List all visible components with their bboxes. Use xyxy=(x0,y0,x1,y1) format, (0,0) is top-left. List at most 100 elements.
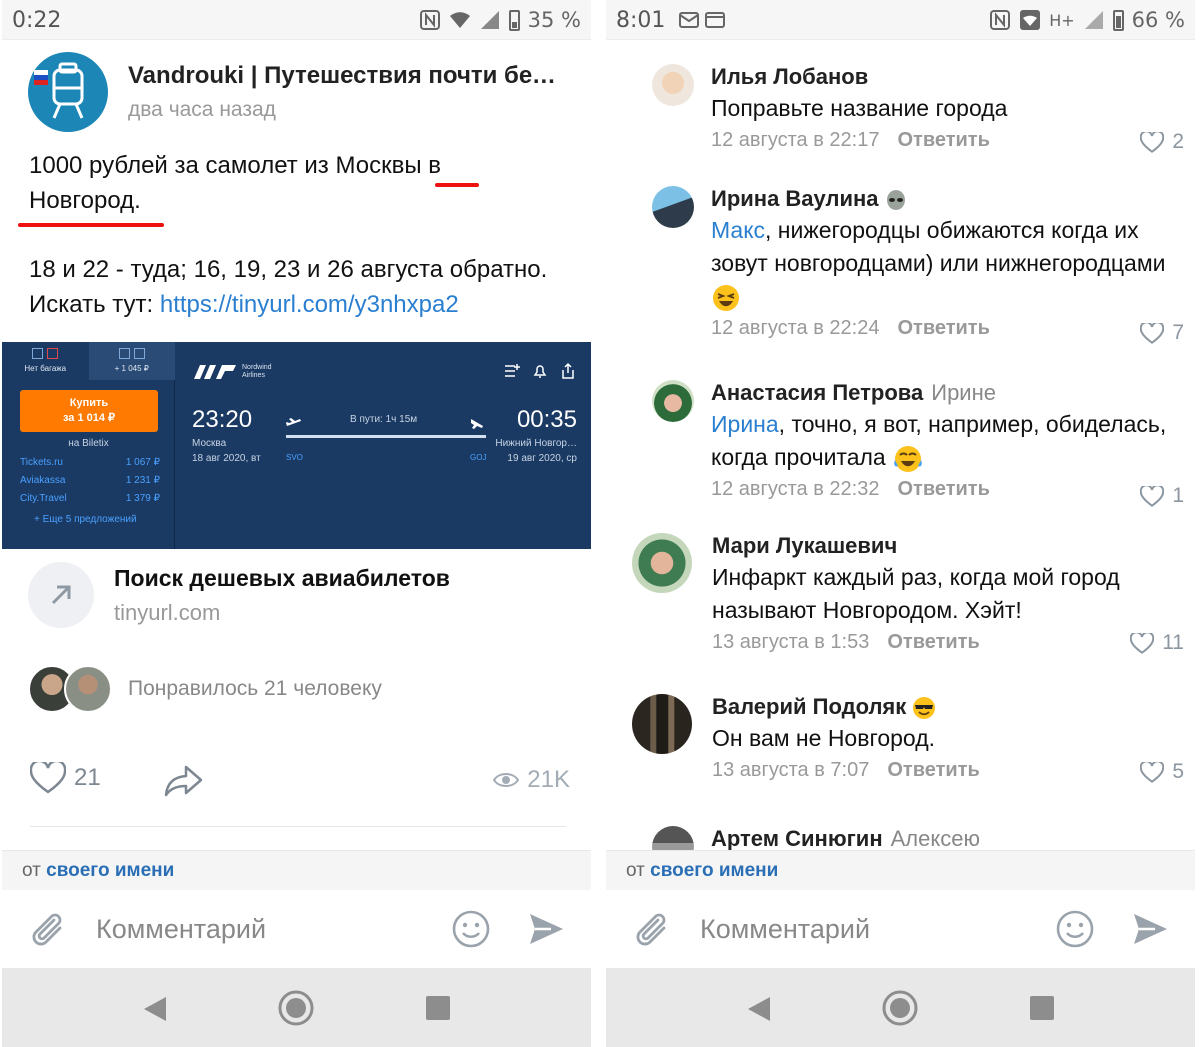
send-icon[interactable] xyxy=(527,910,565,948)
paperclip-icon[interactable] xyxy=(30,910,68,950)
heart-icon xyxy=(30,762,66,794)
post-header: Vandrouki | Путешествия почти бес… два ч… xyxy=(28,52,558,132)
takeoff-icon xyxy=(286,418,301,426)
network-type: H+ xyxy=(1049,10,1075,30)
status-bar: 0:22 35 % xyxy=(2,0,591,40)
avatar[interactable] xyxy=(632,694,692,754)
home-circle-icon[interactable] xyxy=(277,989,315,1027)
battery-icon xyxy=(1112,9,1124,31)
reply-button[interactable]: Ответить xyxy=(887,631,979,653)
wifi-icon xyxy=(1019,9,1041,31)
link-title: Поиск дешевых авиабилетов xyxy=(114,564,450,591)
mention-link[interactable]: Ирина xyxy=(711,411,779,437)
link-domain: tinyurl.com xyxy=(114,599,221,625)
battery-icon xyxy=(508,9,520,31)
comment-text: Поправьте название города xyxy=(711,95,1008,121)
notification-icon xyxy=(678,10,726,35)
departure-time: 23:20 xyxy=(192,406,253,433)
smile-icon[interactable] xyxy=(451,909,491,949)
red-underline xyxy=(18,223,164,227)
avatar[interactable] xyxy=(652,64,694,106)
post-link[interactable]: https://tinyurl.com/y3nhxpa2 xyxy=(160,291,459,318)
comment-author[interactable]: Илья Лобанов xyxy=(711,64,1181,90)
heart-icon xyxy=(1140,322,1165,344)
reply-button[interactable]: Ответить xyxy=(887,759,979,781)
avatar[interactable] xyxy=(652,380,694,422)
right-screen: 8:01 H+ 66 % Илья Лобанов Поправьте назв… xyxy=(606,0,1195,1047)
share-icon xyxy=(562,362,574,379)
comment-like-button[interactable]: 2 xyxy=(1140,130,1184,154)
avatar[interactable] xyxy=(652,186,694,228)
sunglasses-emoji-icon xyxy=(913,697,936,720)
likes-summary[interactable]: Понравилось 21 человеку xyxy=(28,665,382,713)
comment-like-button[interactable]: 5 xyxy=(1140,760,1184,784)
comment-text: , точно, я вот, например, обиделась, ког… xyxy=(711,411,1167,470)
system-navbar xyxy=(606,968,1195,1047)
heart-icon xyxy=(1140,485,1165,507)
comment-author-selector[interactable]: от своего имени xyxy=(606,850,1195,890)
recent-square-icon[interactable] xyxy=(426,996,450,1020)
comment-like-button[interactable]: 7 xyxy=(1140,321,1184,345)
tab-baggage[interactable]: + 1 045 ₽ xyxy=(88,342,175,380)
back-triangle-icon[interactable] xyxy=(746,995,772,1023)
post-author[interactable]: Vandrouki | Путешествия почти бес… xyxy=(128,62,558,90)
post-text: 1000 рублей за самолет из Москвы в Новго… xyxy=(29,152,548,318)
battery-percent: 35 % xyxy=(527,8,581,32)
group-avatar[interactable] xyxy=(28,52,108,132)
back-triangle-icon[interactable] xyxy=(142,995,168,1023)
tears-of-joy-emoji-icon xyxy=(894,445,922,472)
share-arrow-icon xyxy=(164,765,203,797)
recent-square-icon[interactable] xyxy=(1030,996,1054,1020)
avatar xyxy=(64,665,112,713)
signal-icon xyxy=(479,9,501,31)
paperclip-icon[interactable] xyxy=(634,910,672,950)
buy-button[interactable]: Купить за 1 014 ₽ xyxy=(20,390,158,432)
agency-row[interactable]: City.Travel 1 379 ₽ xyxy=(20,493,160,504)
tab-no-baggage[interactable]: Нет багажа xyxy=(2,342,89,380)
comment-text: Он вам не Новгород. xyxy=(712,725,936,752)
comment-author-selector[interactable]: от своего имени xyxy=(2,850,591,890)
smile-icon[interactable] xyxy=(1055,909,1095,949)
comment-bar: Комментарий xyxy=(606,890,1195,968)
red-underline xyxy=(435,183,479,187)
comment-input[interactable]: Комментарий xyxy=(96,914,266,945)
status-time: 0:22 xyxy=(12,8,62,33)
home-circle-icon[interactable] xyxy=(881,989,919,1027)
heart-icon xyxy=(1140,131,1165,153)
comment-text: Инфаркт каждый раз, когда мой город назы… xyxy=(712,564,1120,623)
comment-like-button[interactable]: 11 xyxy=(1130,631,1184,655)
comment-author[interactable]: Анастасия Петрова xyxy=(711,380,923,405)
alien-emoji-icon xyxy=(886,190,905,211)
link-preview[interactable]: Поиск дешевых авиабилетов tinyurl.com xyxy=(28,562,450,628)
left-screen: 0:22 35 % Vandrouki | Путешествия почти … xyxy=(2,0,591,1047)
comment-author[interactable]: Артем Синюгин xyxy=(711,826,883,851)
agency-row[interactable]: Tickets.ru 1 067 ₽ xyxy=(20,457,160,468)
reply-button[interactable]: Ответить xyxy=(897,317,989,339)
share-button[interactable] xyxy=(164,764,204,803)
reply-button[interactable]: Ответить xyxy=(897,129,989,151)
more-offers-link[interactable]: + Еще 5 предложений xyxy=(34,514,137,525)
send-icon[interactable] xyxy=(1131,910,1169,948)
heart-icon xyxy=(1130,632,1155,654)
filter-icon xyxy=(505,364,520,377)
mention-link[interactable]: Макс xyxy=(711,217,765,243)
comment-author[interactable]: Ирина Ваулина xyxy=(711,186,879,211)
arrow-up-right-icon xyxy=(28,562,94,628)
post-dates: 18 и 22 - туда; 16, 19, 23 и 26 августа … xyxy=(29,256,548,283)
reply-button[interactable]: Ответить xyxy=(897,478,989,500)
agency-row[interactable]: Aviakassa 1 231 ₽ xyxy=(20,475,160,486)
post-time: два часа назад xyxy=(128,98,276,121)
avatar[interactable] xyxy=(632,533,692,593)
comment-author[interactable]: Мари Лукашевич xyxy=(712,533,1182,559)
nordwind-logo: Nordwind Airlines xyxy=(194,364,272,380)
comment-author[interactable]: Валерий Подоляк xyxy=(712,694,906,719)
heart-icon xyxy=(1140,761,1165,783)
comment-like-button[interactable]: 1 xyxy=(1140,484,1184,508)
comment-input[interactable]: Комментарий xyxy=(700,914,870,945)
battery-percent: 66 % xyxy=(1131,8,1185,32)
system-navbar xyxy=(2,968,591,1047)
flight-card-image[interactable]: Нет багажа + 1 045 ₽ Купить за 1 014 ₽ н… xyxy=(2,342,591,549)
like-button[interactable]: 21 xyxy=(30,762,101,794)
eye-icon xyxy=(493,773,520,787)
wifi-icon xyxy=(449,9,471,31)
